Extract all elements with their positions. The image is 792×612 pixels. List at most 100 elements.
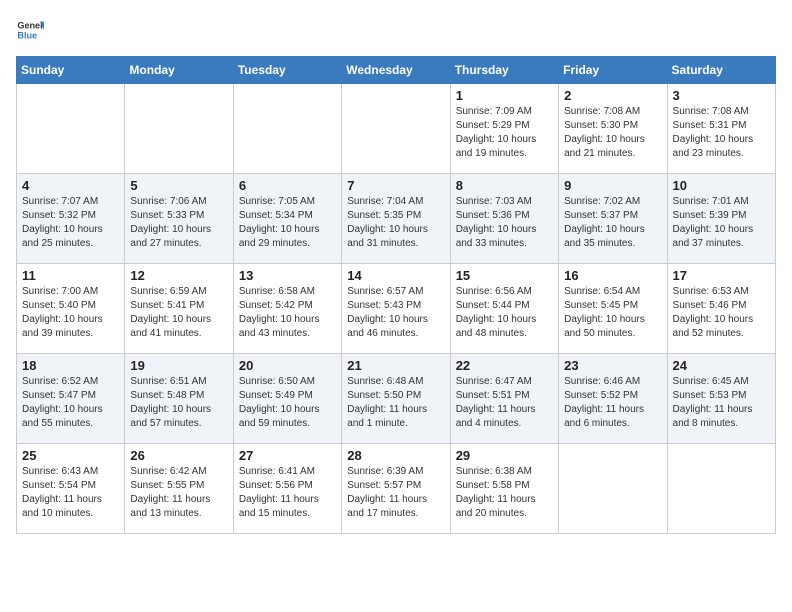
day-info: Sunrise: 7:04 AM Sunset: 5:35 PM Dayligh… <box>347 195 444 251</box>
calendar-day-cell: 8Sunrise: 7:03 AM Sunset: 5:36 PM Daylig… <box>450 174 558 264</box>
day-number: 5 <box>130 178 227 193</box>
calendar-day-cell <box>233 84 341 174</box>
day-info: Sunrise: 7:06 AM Sunset: 5:33 PM Dayligh… <box>130 195 227 251</box>
day-info: Sunrise: 7:07 AM Sunset: 5:32 PM Dayligh… <box>22 195 119 251</box>
day-number: 10 <box>673 178 770 193</box>
day-info: Sunrise: 6:41 AM Sunset: 5:56 PM Dayligh… <box>239 465 336 521</box>
day-number: 6 <box>239 178 336 193</box>
weekday-header-cell: Wednesday <box>342 57 450 84</box>
day-info: Sunrise: 6:58 AM Sunset: 5:42 PM Dayligh… <box>239 285 336 341</box>
calendar-day-cell: 29 Sunrise: 6:38 AM Sunset: 5:58 PM Dayli… <box>450 444 558 534</box>
day-number: 2 <box>564 88 661 103</box>
calendar-day-cell: 26 Sunrise: 6:42 AM Sunset: 5:55 PM Dayli… <box>125 444 233 534</box>
calendar-day-cell: 17 Sunrise: 6:53 AM Sunset: 5:46 PM Dayli… <box>667 264 775 354</box>
calendar-day-cell <box>667 444 775 534</box>
day-number: 21 <box>347 358 444 373</box>
day-info: Sunrise: 6:38 AM Sunset: 5:58 PM Dayligh… <box>456 465 553 521</box>
calendar-day-cell: 12 Sunrise: 6:59 AM Sunset: 5:41 PM Dayli… <box>125 264 233 354</box>
calendar-day-cell: 6 Sunrise: 7:05 AM Sunset: 5:34 PM Daylig… <box>233 174 341 264</box>
weekday-header-cell: Thursday <box>450 57 558 84</box>
day-info: Sunrise: 6:59 AM Sunset: 5:41 PM Dayligh… <box>130 285 227 341</box>
day-info: Sunrise: 6:42 AM Sunset: 5:55 PM Dayligh… <box>130 465 227 521</box>
day-info: Sunrise: 7:01 AM Sunset: 5:39 PM Dayligh… <box>673 195 770 251</box>
day-info: Sunrise: 6:53 AM Sunset: 5:46 PM Dayligh… <box>673 285 770 341</box>
day-number: 23 <box>564 358 661 373</box>
day-number: 20 <box>239 358 336 373</box>
calendar-day-cell <box>17 84 125 174</box>
logo: General Blue <box>16 16 44 44</box>
svg-text:General: General <box>17 21 44 31</box>
day-number: 25 <box>22 448 119 463</box>
day-number: 7 <box>347 178 444 193</box>
calendar-day-cell: 4 Sunrise: 7:07 AM Sunset: 5:32 PM Daylig… <box>17 174 125 264</box>
calendar-day-cell: 11Sunrise: 7:00 AM Sunset: 5:40 PM Dayli… <box>17 264 125 354</box>
calendar-day-cell <box>125 84 233 174</box>
day-info: Sunrise: 6:39 AM Sunset: 5:57 PM Dayligh… <box>347 465 444 521</box>
day-info: Sunrise: 6:43 AM Sunset: 5:54 PM Dayligh… <box>22 465 119 521</box>
calendar-day-cell: 15 Sunrise: 6:56 AM Sunset: 5:44 PM Dayli… <box>450 264 558 354</box>
calendar-week-row: 18Sunrise: 6:52 AM Sunset: 5:47 PM Dayli… <box>17 354 776 444</box>
calendar-day-cell: 7 Sunrise: 7:04 AM Sunset: 5:35 PM Daylig… <box>342 174 450 264</box>
calendar-day-cell: 28 Sunrise: 6:39 AM Sunset: 5:57 PM Dayli… <box>342 444 450 534</box>
day-number: 3 <box>673 88 770 103</box>
day-info: Sunrise: 7:08 AM Sunset: 5:30 PM Dayligh… <box>564 105 661 161</box>
day-number: 4 <box>22 178 119 193</box>
calendar-day-cell: 20Sunrise: 6:50 AM Sunset: 5:49 PM Dayli… <box>233 354 341 444</box>
weekday-header-cell: Friday <box>559 57 667 84</box>
day-info: Sunrise: 7:03 AM Sunset: 5:36 PM Dayligh… <box>456 195 553 251</box>
day-number: 16 <box>564 268 661 283</box>
calendar-day-cell <box>342 84 450 174</box>
day-number: 14 <box>347 268 444 283</box>
day-info: Sunrise: 7:02 AM Sunset: 5:37 PM Dayligh… <box>564 195 661 251</box>
calendar-day-cell: 5 Sunrise: 7:06 AM Sunset: 5:33 PM Daylig… <box>125 174 233 264</box>
day-number: 13 <box>239 268 336 283</box>
day-number: 18 <box>22 358 119 373</box>
day-number: 17 <box>673 268 770 283</box>
day-number: 29 <box>456 448 553 463</box>
svg-text:Blue: Blue <box>17 30 37 40</box>
calendar-day-cell: 18Sunrise: 6:52 AM Sunset: 5:47 PM Dayli… <box>17 354 125 444</box>
calendar-day-cell: 27 Sunrise: 6:41 AM Sunset: 5:56 PM Dayli… <box>233 444 341 534</box>
day-number: 9 <box>564 178 661 193</box>
day-number: 15 <box>456 268 553 283</box>
calendar-day-cell: 14Sunrise: 6:57 AM Sunset: 5:43 PM Dayli… <box>342 264 450 354</box>
day-info: Sunrise: 6:46 AM Sunset: 5:52 PM Dayligh… <box>564 375 661 431</box>
calendar-day-cell: 19Sunrise: 6:51 AM Sunset: 5:48 PM Dayli… <box>125 354 233 444</box>
calendar-body: 1 Sunrise: 7:09 AM Sunset: 5:29 PM Daylig… <box>17 84 776 534</box>
calendar-week-row: 25 Sunrise: 6:43 AM Sunset: 5:54 PM Dayli… <box>17 444 776 534</box>
day-number: 27 <box>239 448 336 463</box>
day-number: 22 <box>456 358 553 373</box>
weekday-header-row: SundayMondayTuesdayWednesdayThursdayFrid… <box>17 57 776 84</box>
calendar-day-cell: 13 Sunrise: 6:58 AM Sunset: 5:42 PM Dayli… <box>233 264 341 354</box>
calendar-week-row: 4 Sunrise: 7:07 AM Sunset: 5:32 PM Daylig… <box>17 174 776 264</box>
calendar-day-cell <box>559 444 667 534</box>
day-number: 28 <box>347 448 444 463</box>
logo-icon: General Blue <box>16 16 44 44</box>
calendar-week-row: 1 Sunrise: 7:09 AM Sunset: 5:29 PM Daylig… <box>17 84 776 174</box>
calendar-day-cell: 25 Sunrise: 6:43 AM Sunset: 5:54 PM Dayli… <box>17 444 125 534</box>
day-number: 26 <box>130 448 227 463</box>
calendar-day-cell: 1 Sunrise: 7:09 AM Sunset: 5:29 PM Daylig… <box>450 84 558 174</box>
calendar-day-cell: 22 Sunrise: 6:47 AM Sunset: 5:51 PM Dayli… <box>450 354 558 444</box>
weekday-header-cell: Saturday <box>667 57 775 84</box>
day-info: Sunrise: 7:05 AM Sunset: 5:34 PM Dayligh… <box>239 195 336 251</box>
day-number: 11 <box>22 268 119 283</box>
calendar-day-cell: 21 Sunrise: 6:48 AM Sunset: 5:50 PM Dayli… <box>342 354 450 444</box>
calendar-day-cell: 10 Sunrise: 7:01 AM Sunset: 5:39 PM Dayli… <box>667 174 775 264</box>
day-info: Sunrise: 6:48 AM Sunset: 5:50 PM Dayligh… <box>347 375 444 431</box>
day-info: Sunrise: 6:47 AM Sunset: 5:51 PM Dayligh… <box>456 375 553 431</box>
calendar-day-cell: 24Sunrise: 6:45 AM Sunset: 5:53 PM Dayli… <box>667 354 775 444</box>
day-info: Sunrise: 7:09 AM Sunset: 5:29 PM Dayligh… <box>456 105 553 161</box>
day-number: 12 <box>130 268 227 283</box>
calendar-day-cell: 2 Sunrise: 7:08 AM Sunset: 5:30 PM Daylig… <box>559 84 667 174</box>
day-info: Sunrise: 6:56 AM Sunset: 5:44 PM Dayligh… <box>456 285 553 341</box>
page-header: General Blue <box>16 16 776 44</box>
day-info: Sunrise: 6:45 AM Sunset: 5:53 PM Dayligh… <box>673 375 770 431</box>
calendar-day-cell: 9 Sunrise: 7:02 AM Sunset: 5:37 PM Daylig… <box>559 174 667 264</box>
weekday-header-cell: Tuesday <box>233 57 341 84</box>
calendar-table: SundayMondayTuesdayWednesdayThursdayFrid… <box>16 56 776 534</box>
weekday-header-cell: Sunday <box>17 57 125 84</box>
day-number: 1 <box>456 88 553 103</box>
calendar-day-cell: 3Sunrise: 7:08 AM Sunset: 5:31 PM Daylig… <box>667 84 775 174</box>
calendar-day-cell: 23 Sunrise: 6:46 AM Sunset: 5:52 PM Dayli… <box>559 354 667 444</box>
